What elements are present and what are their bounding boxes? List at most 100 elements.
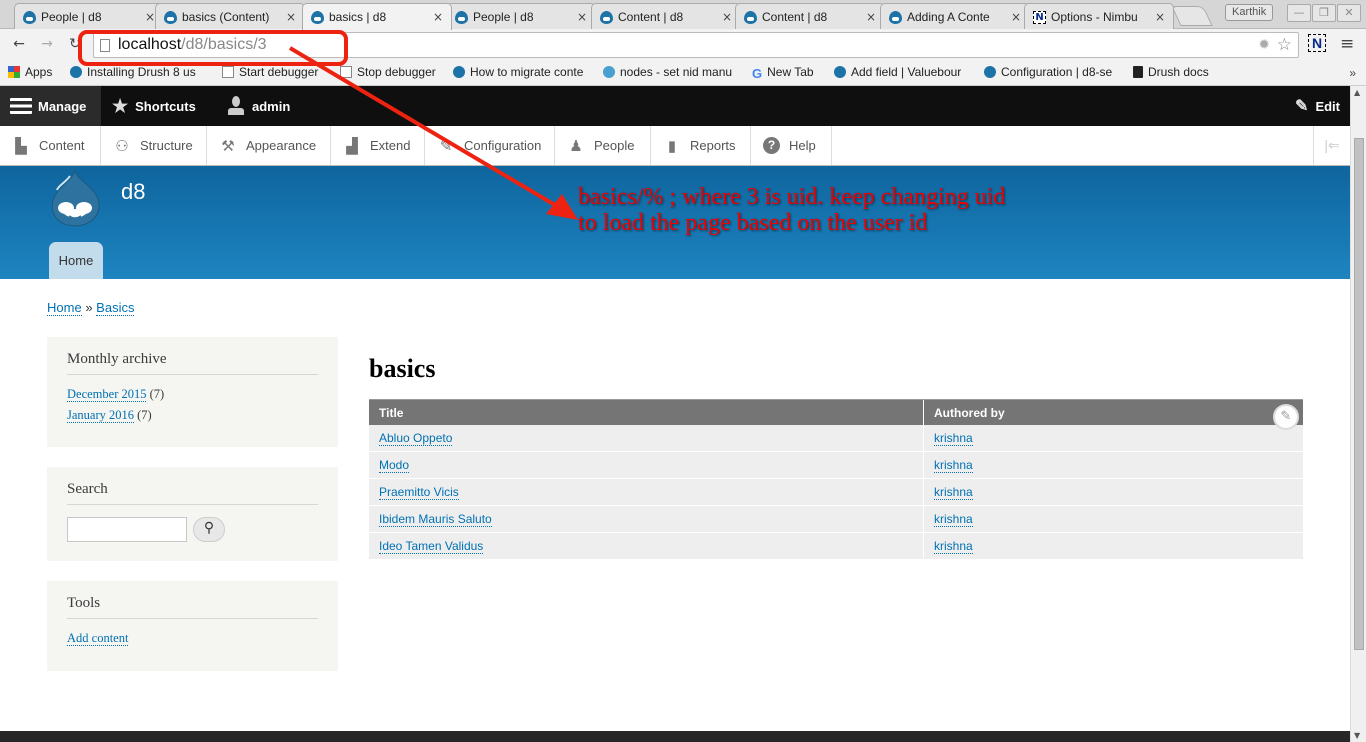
author-link[interactable]: krishna xyxy=(934,539,973,554)
toolbar-edit[interactable]: ✎ Edit xyxy=(1285,86,1350,126)
tray-item-extend[interactable]: ▟ Extend xyxy=(331,126,425,165)
main-menu-home[interactable]: Home xyxy=(49,242,103,279)
tab-close-icon[interactable]: × xyxy=(577,10,587,24)
tab-close-icon[interactable]: × xyxy=(286,10,296,24)
minimize-icon[interactable]: — xyxy=(1287,4,1311,22)
tab-close-icon[interactable]: × xyxy=(145,10,155,24)
forward-icon[interactable]: → xyxy=(38,36,56,52)
restore-icon[interactable]: ❐ xyxy=(1312,4,1336,22)
node-title-link[interactable]: Ideo Tamen Validus xyxy=(379,539,484,554)
tab-close-icon[interactable]: × xyxy=(1155,10,1165,24)
browser-tab[interactable]: People | d8 × xyxy=(446,3,596,30)
archive-item: January 2016 (7) xyxy=(67,408,318,423)
annotation-line: basics/% ; where 3 is uid. keep changing… xyxy=(578,184,1006,210)
collapse-tray-icon[interactable]: |⇐ xyxy=(1313,126,1350,165)
star-icon: ★ xyxy=(112,95,129,116)
site-name[interactable]: d8 xyxy=(121,179,145,205)
bookmark-item[interactable]: Stop debugger xyxy=(340,65,436,79)
bookmark-label: Configuration | d8-se xyxy=(1001,65,1113,79)
node-title-link[interactable]: Praemitto Vicis xyxy=(379,485,459,500)
drupal-icon xyxy=(23,10,36,24)
tray-item-people[interactable]: ♟ People xyxy=(555,126,651,165)
archive-link[interactable]: January 2016 xyxy=(67,408,134,423)
bookmark-item[interactable]: Add field | Valuebour xyxy=(834,65,961,79)
bookmark-label: Add field | Valuebour xyxy=(851,65,962,79)
tab-close-icon[interactable]: × xyxy=(722,10,732,24)
nimbus-extension-icon[interactable]: N xyxy=(1308,34,1326,52)
author-link[interactable]: krishna xyxy=(934,485,973,500)
search-block: Search ⚲ xyxy=(47,467,338,561)
reports-icon: ▮ xyxy=(667,137,677,155)
scrollbar-thumb[interactable] xyxy=(1354,138,1364,650)
bookmark-item[interactable]: Installing Drush 8 us xyxy=(70,65,196,79)
browser-tab[interactable]: Adding A Conte × xyxy=(880,3,1030,30)
bookmark-item[interactable]: Configuration | d8-se xyxy=(984,65,1112,79)
browser-tab[interactable]: People | d8 × xyxy=(14,3,164,30)
tab-close-icon[interactable]: × xyxy=(866,10,876,24)
tab-close-icon[interactable]: × xyxy=(1011,10,1021,24)
tray-item-configuration[interactable]: ✎ Configuration xyxy=(425,126,555,165)
tab-close-icon[interactable]: × xyxy=(433,10,443,24)
bookmark-item[interactable]: nodes - set nid manu xyxy=(603,65,732,79)
bookmark-item[interactable]: G New Tab xyxy=(752,65,814,81)
book-icon xyxy=(1133,66,1143,78)
bookmark-item[interactable]: How to migrate conte xyxy=(453,65,583,79)
block-title: Tools xyxy=(67,595,318,619)
back-icon[interactable]: ← xyxy=(10,36,28,52)
author-link[interactable]: krishna xyxy=(934,458,973,473)
new-tab-button[interactable] xyxy=(1171,6,1213,26)
title-cell: Ideo Tamen Validus xyxy=(369,533,924,559)
block-title: Monthly archive xyxy=(67,351,318,375)
tray-item-content[interactable]: ▙ Content xyxy=(0,126,101,165)
bookmark-item[interactable]: Start debugger xyxy=(222,65,318,79)
breadcrumb-basics[interactable]: Basics xyxy=(96,300,135,316)
archive-link[interactable]: December 2015 xyxy=(67,387,147,402)
author-link[interactable]: krishna xyxy=(934,512,973,527)
browser-tab[interactable]: Content | d8 × xyxy=(735,3,885,30)
bookmarks-overflow-icon[interactable]: » xyxy=(1349,66,1356,80)
drupal-icon xyxy=(164,10,177,24)
browser-tab-active[interactable]: basics | d8 × xyxy=(302,3,452,30)
profile-button[interactable]: Karthik xyxy=(1225,4,1274,21)
breadcrumb-home[interactable]: Home xyxy=(47,300,82,316)
page-scrollbar[interactable]: ▲ ▼ xyxy=(1350,86,1366,742)
toolbar-shortcuts[interactable]: ★ Shortcuts xyxy=(102,86,206,126)
scroll-down-icon[interactable]: ▼ xyxy=(1354,731,1360,740)
bookmark-star-icon[interactable]: ☆ xyxy=(1277,35,1292,55)
browser-tab[interactable]: Content | d8 × xyxy=(591,3,741,30)
node-title-link[interactable]: Abluo Oppeto xyxy=(379,431,453,446)
bookmark-label: Installing Drush 8 us xyxy=(87,65,196,79)
chrome-menu-icon[interactable]: ≡ xyxy=(1340,34,1354,54)
browser-tab[interactable]: N Options - Nimbu × xyxy=(1024,3,1174,30)
manage-label: Manage xyxy=(38,98,87,114)
bookmark-item[interactable]: Drush docs xyxy=(1133,65,1209,79)
author-link[interactable]: krishna xyxy=(934,431,973,446)
close-window-icon[interactable]: ✕ xyxy=(1337,4,1361,22)
toolbar-user[interactable]: admin xyxy=(218,86,300,126)
node-title-link[interactable]: Ibidem Mauris Saluto xyxy=(379,512,492,527)
browser-tab[interactable]: basics (Content) × xyxy=(155,3,305,30)
search-input[interactable] xyxy=(67,517,187,542)
toolbar-manage[interactable]: Manage xyxy=(0,86,101,126)
tray-item-reports[interactable]: ▮ Reports xyxy=(651,126,751,165)
tab-title: basics (Content) xyxy=(182,10,270,24)
scroll-up-icon[interactable]: ▲ xyxy=(1354,88,1360,97)
drupal-logo-icon[interactable] xyxy=(46,168,104,228)
drupal-icon xyxy=(70,66,82,78)
contextual-edit-button[interactable]: ✎ xyxy=(1273,404,1299,430)
drupal-admin-toolbar: Manage ★ Shortcuts admin ✎ Edit xyxy=(0,86,1350,126)
tray-item-appearance[interactable]: ⚒ Appearance xyxy=(207,126,331,165)
nimbus-icon: N xyxy=(1033,10,1046,24)
tray-item-structure[interactable]: ⚇ Structure xyxy=(101,126,207,165)
tray-item-help[interactable]: ? Help xyxy=(751,126,832,165)
column-header-author[interactable]: Authored by xyxy=(924,400,1303,425)
bookmark-label: Drush docs xyxy=(1148,65,1209,79)
add-content-link[interactable]: Add content xyxy=(67,631,129,646)
search-button[interactable]: ⚲ xyxy=(193,517,225,542)
node-title-link[interactable]: Modo xyxy=(379,458,410,473)
column-header-title[interactable]: Title xyxy=(369,400,924,425)
bookmark-apps[interactable]: Apps xyxy=(8,65,52,79)
bug-extension-icon[interactable]: ✹ xyxy=(1258,37,1270,53)
table-row: Abluo Oppeto krishna xyxy=(369,425,1303,452)
tray-label: People xyxy=(594,138,635,153)
